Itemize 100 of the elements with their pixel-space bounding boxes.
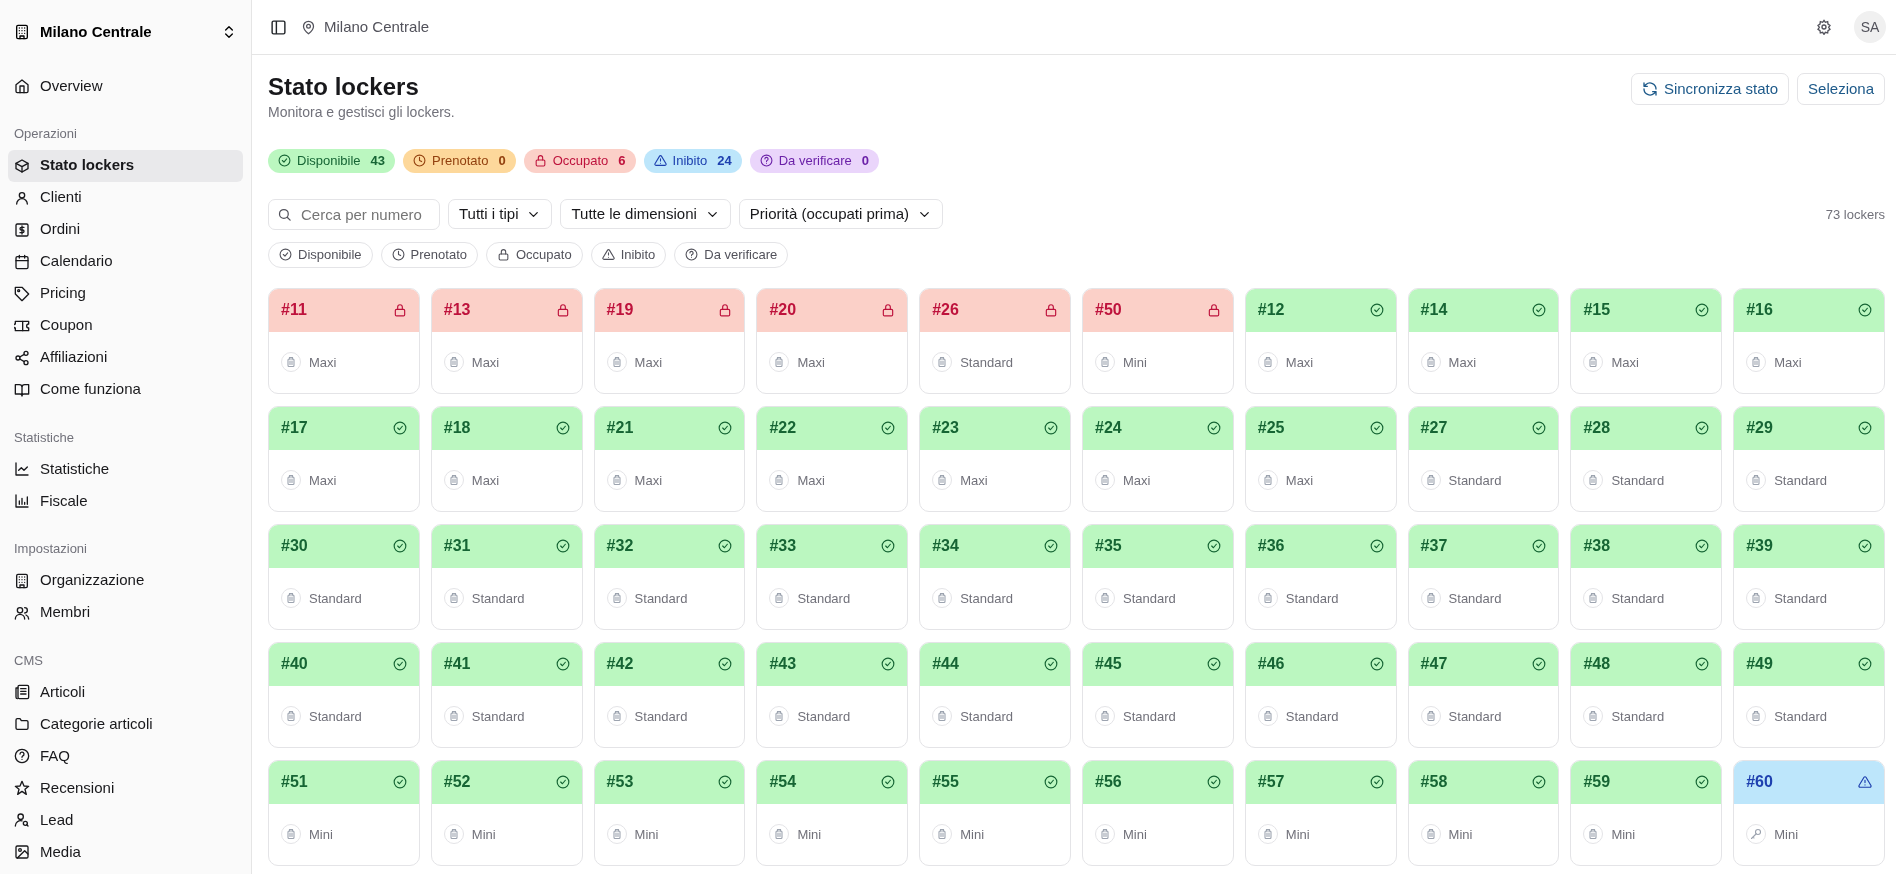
locker-card[interactable]: #14 Maxi: [1407, 287, 1560, 394]
select-button[interactable]: Seleziona: [1797, 73, 1885, 105]
locker-number: #14: [1420, 300, 1448, 321]
refresh-icon: [1641, 81, 1658, 97]
locker-card[interactable]: #43 Standard: [756, 641, 909, 748]
locker-card[interactable]: #55 Mini: [919, 759, 1071, 866]
section-heading: CMS: [13, 651, 44, 670]
locker-card[interactable]: #13 Maxi: [430, 287, 583, 394]
locker-card[interactable]: #17 Maxi: [268, 405, 420, 512]
locker-card[interactable]: #54 Mini: [756, 759, 909, 866]
locker-card[interactable]: #53 Mini: [593, 759, 746, 866]
locker-card[interactable]: #12 Maxi: [1244, 287, 1397, 394]
locker-card[interactable]: #29 Standard: [1733, 405, 1885, 512]
sidebar-item[interactable]: Coupon: [8, 309, 243, 342]
locker-card[interactable]: #11 Maxi: [268, 287, 420, 394]
sidebar-item[interactable]: Membri: [8, 596, 243, 629]
sidebar-item[interactable]: Come funziona: [8, 373, 243, 406]
locker-card[interactable]: #30 Standard: [268, 523, 420, 630]
sidebar-item[interactable]: Pricing: [8, 277, 243, 310]
locker-card[interactable]: #19 Maxi: [593, 287, 746, 394]
locker-size: Maxi: [634, 353, 663, 372]
sidebar-toggle-icon[interactable]: [270, 18, 287, 36]
locker-card[interactable]: #32 Standard: [593, 523, 746, 630]
status-filter-chip[interactable]: Da verificare: [674, 241, 789, 268]
sidebar-item[interactable]: Media: [8, 836, 243, 868]
check-circle-icon: [1858, 539, 1872, 554]
lock-icon: [392, 303, 407, 318]
locker-card[interactable]: #57 Mini: [1244, 759, 1397, 866]
locker-card[interactable]: #27 Standard: [1407, 405, 1560, 512]
locker-card[interactable]: #41 Standard: [430, 641, 583, 748]
sidebar-item[interactable]: Categorie articoli: [8, 708, 243, 740]
sidebar-item[interactable]: Recensioni: [8, 772, 243, 804]
sidebar-item[interactable]: Calendario: [8, 245, 243, 278]
locker-card[interactable]: #58 Mini: [1407, 759, 1560, 866]
filter-dropdown[interactable]: Tutte le dimensioni: [560, 199, 731, 230]
sidebar-item[interactable]: Clienti: [8, 181, 243, 214]
locker-size: Mini: [1285, 825, 1310, 844]
locker-card[interactable]: #21 Maxi: [593, 405, 746, 512]
locker-card[interactable]: #51 Mini: [268, 759, 420, 866]
status-filter-chip[interactable]: Occupato: [485, 241, 583, 268]
locker-card[interactable]: #26 Standard: [919, 287, 1071, 394]
locker-card[interactable]: #20 Maxi: [756, 287, 909, 394]
settings-icon[interactable]: [1816, 19, 1832, 35]
locker-card[interactable]: #24 Maxi: [1082, 405, 1234, 512]
filter-dropdown[interactable]: Priorità (occupati prima): [738, 199, 944, 230]
locker-card[interactable]: #59 Mini: [1570, 759, 1723, 866]
locker-card[interactable]: #37 Standard: [1407, 523, 1560, 630]
cube-icon: [14, 157, 30, 174]
locker-card[interactable]: #60 Mini: [1733, 759, 1885, 866]
locker-card[interactable]: #15 Maxi: [1570, 287, 1723, 394]
locker-size: Mini: [1123, 353, 1147, 372]
status-filter-chip[interactable]: Inibito: [590, 241, 667, 268]
locker-card[interactable]: #47 Standard: [1407, 641, 1560, 748]
locker-card[interactable]: #23 Maxi: [919, 405, 1071, 512]
locker-card[interactable]: #16 Maxi: [1733, 287, 1885, 394]
locker-card[interactable]: #38 Standard: [1570, 523, 1723, 630]
sidebar-item[interactable]: Affiliazioni: [8, 341, 243, 374]
location-switcher[interactable]: Milano Centrale: [8, 12, 243, 52]
locker-card[interactable]: #22 Maxi: [756, 405, 909, 512]
locker-number: #53: [606, 772, 634, 793]
locker-card[interactable]: #33 Standard: [756, 523, 909, 630]
locker-card[interactable]: #50 Mini: [1082, 287, 1234, 394]
locker-card[interactable]: #44 Standard: [919, 641, 1071, 748]
locker-card[interactable]: #39 Standard: [1733, 523, 1885, 630]
sidebar-item[interactable]: Ordini: [8, 213, 243, 246]
search-field[interactable]: Cerca per numero: [268, 198, 440, 230]
check-circle-icon: [1532, 657, 1547, 672]
status-filter-chip[interactable]: Prenotato: [380, 241, 478, 268]
locker-card[interactable]: #35 Standard: [1082, 523, 1234, 630]
sidebar-item[interactable]: Organizzazione: [8, 564, 243, 597]
locker-card[interactable]: #48 Standard: [1570, 641, 1723, 748]
locker-card[interactable]: #40 Standard: [268, 641, 420, 748]
locker-card[interactable]: #28 Standard: [1570, 405, 1723, 512]
lock-icon: [533, 154, 547, 168]
status-filter-chip[interactable]: Disponibile: [268, 241, 373, 268]
sidebar-item[interactable]: Fiscale: [8, 485, 243, 517]
locker-card[interactable]: #25 Maxi: [1244, 405, 1397, 512]
locker-card[interactable]: #46 Standard: [1244, 641, 1397, 748]
locker-card[interactable]: #56 Mini: [1082, 759, 1234, 866]
user-avatar[interactable]: SA: [1854, 11, 1886, 43]
sidebar-item[interactable]: Stato lockers: [8, 149, 243, 182]
locker-card[interactable]: #42 Standard: [593, 641, 746, 748]
sidebar-item[interactable]: Statistiche: [8, 453, 243, 485]
filter-dropdown[interactable]: Tutti i tipi: [448, 199, 553, 230]
locker-card[interactable]: #45 Standard: [1082, 641, 1234, 748]
locker-card[interactable]: #34 Standard: [919, 523, 1071, 630]
sidebar-item[interactable]: Lead: [8, 804, 243, 836]
locker-card[interactable]: #52 Mini: [430, 759, 583, 866]
locker-number: #52: [443, 772, 471, 793]
sidebar-item[interactable]: Articoli: [8, 676, 243, 708]
locker-size: Maxi: [309, 471, 337, 490]
locker-card[interactable]: #36 Standard: [1244, 523, 1397, 630]
sidebar-item[interactable]: Overview: [8, 70, 243, 102]
sidebar-item[interactable]: FAQ: [8, 740, 243, 772]
locker-card[interactable]: #49 Standard: [1733, 641, 1885, 748]
check-circle-icon: [1044, 657, 1058, 672]
check-circle-icon: [1206, 657, 1221, 672]
locker-card[interactable]: #31 Standard: [430, 523, 583, 630]
sync-button[interactable]: Sincronizza stato: [1630, 73, 1790, 105]
locker-card[interactable]: #18 Maxi: [430, 405, 583, 512]
